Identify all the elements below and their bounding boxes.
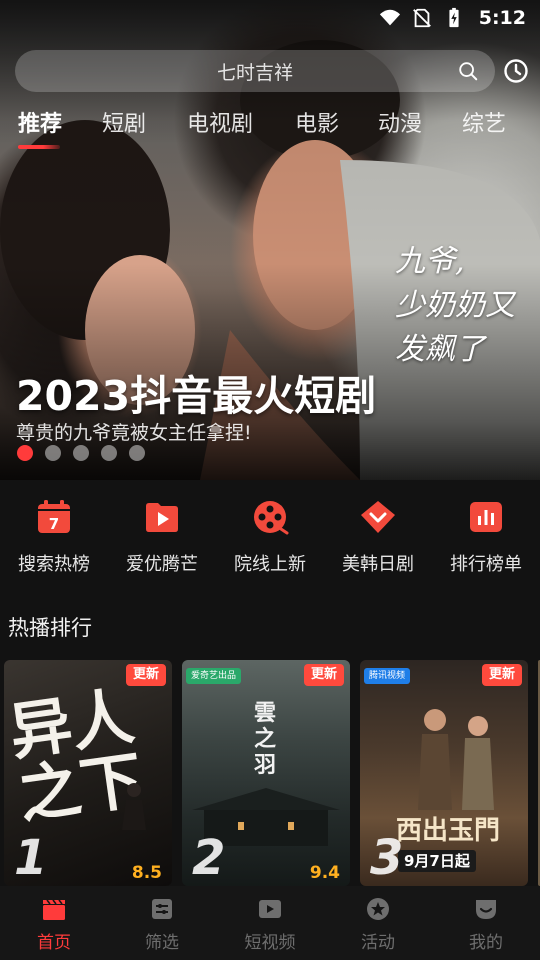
film-reel-icon (254, 501, 289, 535)
carousel-dot-5[interactable] (129, 445, 145, 461)
poster-art-title: 雲之羽 (254, 700, 277, 778)
tab-anime[interactable]: 动漫 (378, 106, 422, 138)
shortcut-theater-new[interactable]: 院线上新 (216, 492, 324, 576)
rating-score: 8.5 (131, 863, 162, 883)
status-bar: 5:12 (0, 0, 540, 36)
ranking-card-3[interactable]: 腾讯视频 西出玉門 9月7日起 更新 3 (360, 660, 528, 886)
bottom-navigation: 首页 筛选 短视频 活动 我的 (0, 886, 540, 960)
update-badge: 更新 (303, 664, 344, 686)
shortcut-row: 7 搜索热榜 爱优腾芒 院线上新 美韩日剧 排行榜单 (0, 492, 540, 582)
poster-art-title: 西出玉門 (396, 816, 501, 846)
shortcut-label: 搜索热榜 (18, 554, 90, 575)
tab-short-drama[interactable]: 短剧 (102, 106, 146, 138)
hero-title: 2023抖音最火短剧 (16, 372, 377, 420)
rank-number: 1 (14, 830, 48, 886)
tab-movies[interactable]: 电影 (295, 106, 339, 138)
shortcut-search-ranking[interactable]: 7 搜索热榜 (0, 492, 108, 576)
category-tabs: 推荐 短剧 电视剧 电影 动漫 综艺 (0, 100, 540, 144)
search-icon[interactable] (457, 60, 479, 82)
shortcut-label: 院线上新 (234, 554, 306, 575)
tab-variety[interactable]: 综艺 (462, 106, 506, 138)
shortcut-label: 美韩日剧 (342, 554, 414, 575)
no-sim-icon (412, 8, 431, 28)
nav-profile[interactable]: 我的 (432, 886, 540, 960)
release-date-label: 9月7日起 (398, 850, 476, 872)
bar-chart-icon (470, 502, 502, 532)
heart-gem-icon (361, 501, 395, 533)
shortcut-platforms[interactable]: 爱优腾芒 (108, 492, 216, 576)
calendar-day-number: 7 (49, 515, 59, 533)
search-bar[interactable]: 七时吉祥 (15, 50, 495, 92)
poster-line-1: 九爷, (395, 244, 465, 279)
carousel-dot-3[interactable] (73, 445, 89, 461)
carousel-dots (17, 445, 145, 461)
update-badge: 更新 (125, 664, 166, 686)
play-folder-icon (146, 503, 178, 532)
battery-charging-icon (449, 7, 459, 28)
shortcut-ranking-list[interactable]: 排行榜单 (432, 492, 540, 576)
carousel-dot-2[interactable] (45, 445, 61, 461)
nav-label: 筛选 (145, 933, 179, 953)
update-badge: 更新 (481, 664, 522, 686)
rating-score: 9.4 (309, 863, 340, 883)
shortcut-foreign-drama[interactable]: 美韩日剧 (324, 492, 432, 576)
wifi-icon (379, 9, 400, 26)
section-title-hot-ranking: 热播排行 (8, 616, 92, 640)
poster-figure (122, 783, 146, 830)
tab-recommend[interactable]: 推荐 (18, 106, 62, 138)
nav-filter[interactable]: 筛选 (108, 886, 216, 960)
status-time: 5:12 (478, 7, 526, 29)
hero-poster-calligraphy: 九爷, 少奶奶又 发飙了 (395, 240, 530, 372)
nav-short-video[interactable]: 短视频 (216, 886, 324, 960)
carousel-dot-4[interactable] (101, 445, 117, 461)
nav-label: 我的 (469, 933, 503, 953)
clapperboard-icon (43, 899, 65, 920)
poster-line-3: 发飙了 (395, 332, 485, 367)
shortcut-label: 爱优腾芒 (126, 554, 198, 575)
calendar-icon: 7 (38, 500, 70, 533)
video-icon (259, 900, 281, 918)
nav-home[interactable]: 首页 (0, 886, 108, 960)
nav-label: 活动 (361, 933, 395, 953)
star-badge-icon (367, 898, 389, 920)
nav-activity[interactable]: 活动 (324, 886, 432, 960)
filter-icon (152, 899, 172, 919)
app-root: 九爷, 少奶奶又 发飙了 5:12 七时吉祥 推荐 短剧 电视剧 电影 动漫 综… (0, 0, 540, 960)
ranking-card-2[interactable]: 爱奇艺出品 雲之羽 更新 2 9.4 (182, 660, 350, 886)
profile-icon (476, 900, 496, 919)
platform-badge: 腾讯视频 (364, 668, 411, 684)
tab-tv-series[interactable]: 电视剧 (187, 106, 253, 138)
nav-label: 短视频 (244, 933, 296, 953)
rank-number: 3 (370, 830, 404, 886)
rank-number: 2 (192, 830, 226, 886)
carousel-dot-1[interactable] (17, 445, 33, 461)
search-placeholder: 七时吉祥 (216, 61, 293, 84)
poster-line-2: 少奶奶又 (395, 288, 515, 323)
history-icon[interactable] (503, 58, 529, 84)
poster-figures (418, 709, 494, 810)
hero-subtitle: 尊贵的九爷竟被女主任拿捏! (16, 422, 252, 444)
shortcut-label: 排行榜单 (450, 554, 522, 575)
ranking-card-1[interactable]: 异人之下 更新 1 8.5 (4, 660, 172, 886)
tab-indicator (18, 145, 60, 149)
nav-label: 首页 (37, 933, 71, 953)
platform-badge: 爱奇艺出品 (186, 668, 242, 684)
